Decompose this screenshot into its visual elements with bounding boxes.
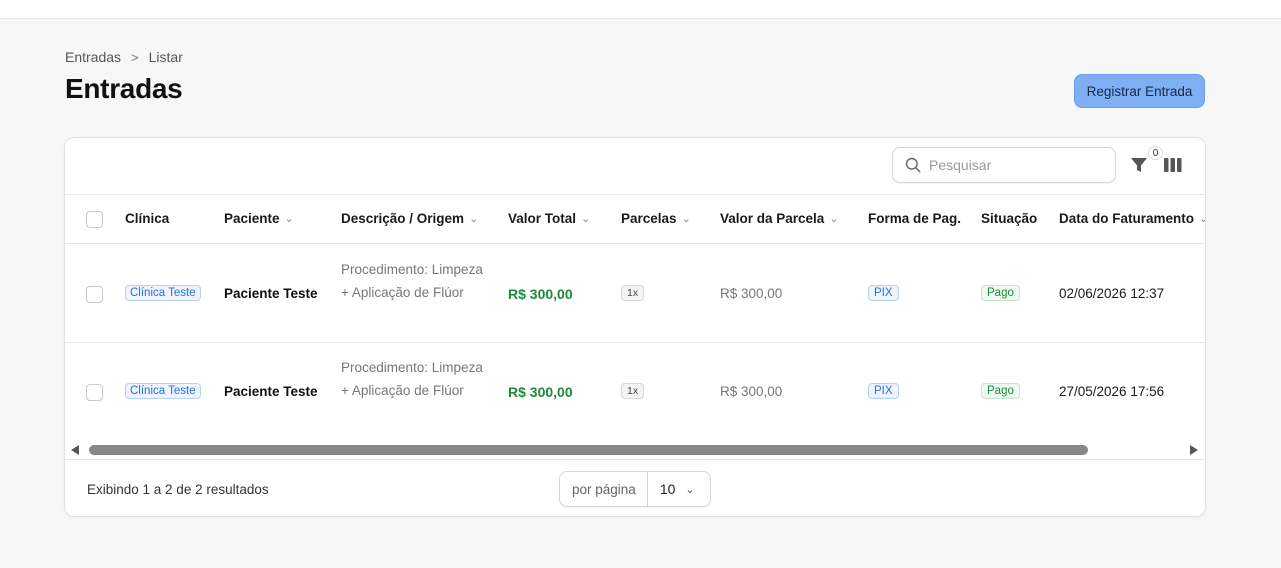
per-page-control: por página 10 ⌄ (559, 471, 711, 507)
chevron-down-icon: ⌄ (1199, 212, 1205, 225)
column-label: Forma de Pag. (868, 211, 962, 226)
payment-method-badge: PIX (868, 383, 899, 399)
billing-date: 27/05/2026 17:56 (1059, 384, 1165, 399)
column-header-payment: Forma de Pag. (868, 211, 961, 226)
column-header-description[interactable]: Descrição / Origem ⌄ (341, 211, 478, 226)
search-icon (905, 157, 921, 173)
table-footer: Exibindo 1 a 2 de 2 resultados por págin… (65, 459, 1205, 516)
column-label: Valor da Parcela (720, 211, 825, 226)
column-label: Parcelas (621, 211, 677, 226)
installment-value: R$ 300,00 (720, 384, 783, 399)
table-header: Clínica Paciente ⌄ Descrição / Origem ⌄ Va… (65, 194, 1205, 244)
table-row[interactable]: Clínica Teste Paciente Teste Procediment… (65, 244, 1205, 343)
scroll-left-icon[interactable] (71, 445, 79, 455)
column-header-clinic: Clínica (125, 211, 169, 226)
status-badge: Pago (981, 383, 1020, 399)
description-text: Procedimento: Limpeza + Aplicação de Flú… (341, 262, 483, 300)
column-label: Descrição / Origem (341, 211, 465, 226)
column-header-total[interactable]: Valor Total ⌄ (508, 211, 590, 226)
search-box[interactable] (892, 147, 1116, 183)
clinic-badge: Clínica Teste (125, 285, 201, 301)
chevron-down-icon: ⌄ (469, 213, 479, 225)
columns-icon[interactable] (1164, 157, 1182, 173)
register-entry-button[interactable]: Registrar Entrada (1074, 74, 1205, 108)
breadcrumb-item-listar: Listar (148, 49, 183, 65)
top-bar (0, 0, 1281, 19)
payment-method-badge: PIX (868, 285, 899, 301)
column-label: Paciente (224, 211, 280, 226)
chevron-down-icon: ⌄ (284, 213, 294, 225)
table-row[interactable]: Clínica Teste Paciente Teste Procediment… (65, 343, 1205, 442)
breadcrumb-separator: > (131, 49, 139, 65)
table-card: 0 Clínica Paciente ⌄ Descrição / Origem ⌄ … (64, 137, 1206, 517)
installments-badge: 1x (621, 383, 645, 399)
chevron-down-icon: ⌄ (685, 483, 695, 496)
column-header-status: Situação (981, 211, 1037, 226)
scrollbar-thumb[interactable] (89, 445, 1088, 455)
total-value: R$ 300,00 (508, 286, 573, 302)
column-label: Valor Total (508, 211, 577, 226)
column-label: Situação (981, 211, 1038, 226)
page-title: Entradas (65, 73, 183, 104)
filter-count-badge: 0 (1148, 146, 1163, 160)
per-page-label: por página (560, 472, 648, 506)
column-header-date[interactable]: Data do Faturamento ⌄ (1059, 211, 1205, 226)
breadcrumb-item-entradas[interactable]: Entradas (65, 49, 121, 65)
results-summary: Exibindo 1 a 2 de 2 resultados (87, 482, 269, 497)
patient-name: Paciente Teste (224, 384, 318, 399)
scroll-right-icon[interactable] (1190, 445, 1198, 455)
per-page-value: 10 (659, 481, 676, 497)
column-header-installments[interactable]: Parcelas ⌄ (621, 211, 691, 226)
chevron-down-icon: ⌄ (681, 213, 691, 225)
horizontal-scrollbar[interactable] (65, 441, 1205, 458)
select-all-checkbox[interactable] (86, 211, 103, 228)
patient-name: Paciente Teste (224, 286, 318, 301)
column-header-installment-value[interactable]: Valor da Parcela ⌄ (720, 211, 839, 226)
installment-value: R$ 300,00 (720, 286, 783, 301)
chevron-down-icon: ⌄ (829, 213, 839, 225)
row-checkbox[interactable] (86, 286, 103, 303)
billing-date: 02/06/2026 12:37 (1059, 286, 1165, 301)
total-value: R$ 300,00 (508, 384, 573, 400)
installments-badge: 1x (621, 285, 645, 301)
breadcrumb: Entradas > Listar (65, 49, 183, 65)
status-badge: Pago (981, 285, 1020, 301)
column-label: Data do Faturamento (1059, 211, 1195, 226)
filter-icon[interactable] (1130, 156, 1148, 174)
search-input[interactable] (929, 157, 1099, 173)
column-header-patient[interactable]: Paciente ⌄ (224, 211, 294, 226)
row-checkbox[interactable] (86, 384, 103, 401)
chevron-down-icon: ⌄ (581, 213, 591, 225)
column-label: Clínica (125, 211, 170, 226)
clinic-badge: Clínica Teste (125, 383, 201, 399)
description-text: Procedimento: Limpeza + Aplicação de Flú… (341, 360, 483, 398)
per-page-select[interactable]: 10 ⌄ (648, 472, 710, 506)
